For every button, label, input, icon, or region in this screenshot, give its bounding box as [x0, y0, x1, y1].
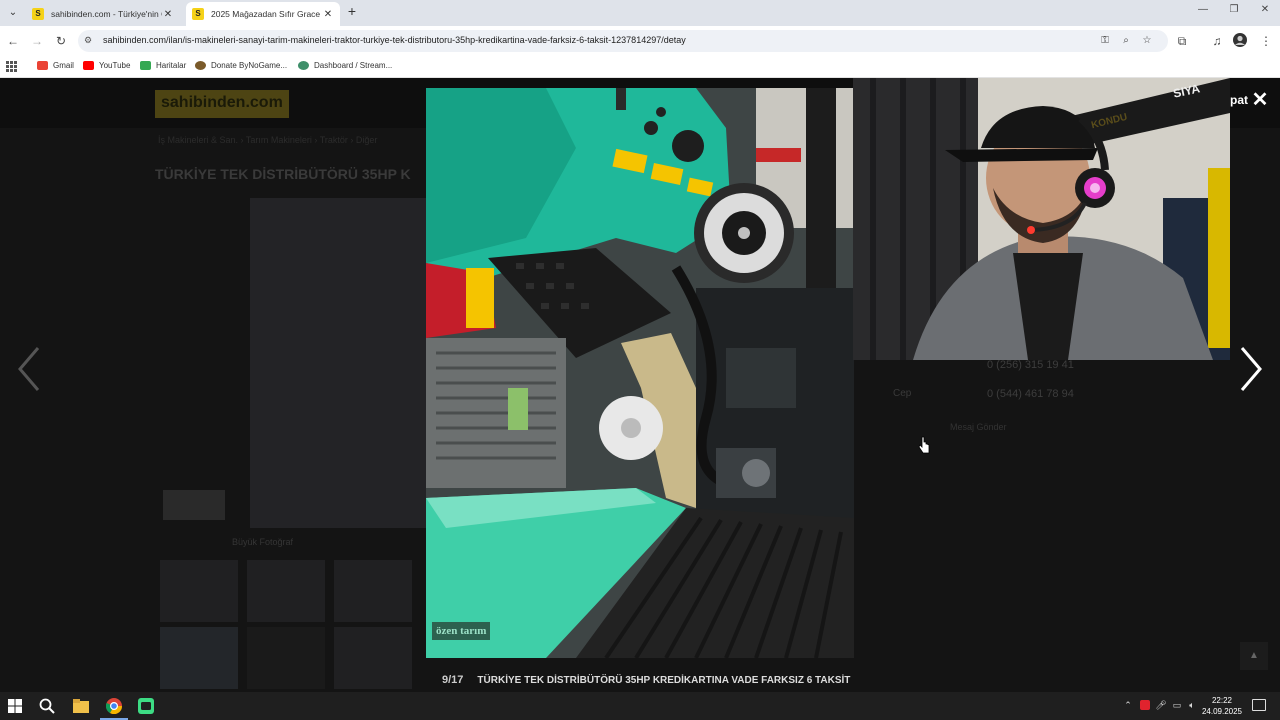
bookmark-maps[interactable]: Haritalar: [140, 61, 186, 70]
extensions-icon[interactable]: ⧉: [1174, 33, 1190, 49]
close-tab-icon[interactable]: ✕: [162, 9, 174, 20]
scroll-to-top-icon[interactable]: ▲: [1240, 642, 1268, 670]
bookmark-label: Haritalar: [156, 61, 187, 70]
reload-icon[interactable]: ↻: [53, 33, 69, 49]
big-photo-link[interactable]: Büyük Fotoğraf: [232, 537, 293, 547]
sahibinden-favicon-icon: S: [32, 8, 44, 20]
windows-start-icon[interactable]: [6, 697, 24, 715]
photo-watermark-logo: özen tarım: [432, 622, 491, 640]
password-key-icon[interactable]: ⚿: [1098, 35, 1112, 46]
thumbnail[interactable]: [247, 560, 325, 622]
file-explorer-icon[interactable]: [72, 697, 90, 715]
maps-icon: [140, 61, 151, 70]
notification-center-icon[interactable]: [1252, 699, 1266, 711]
send-message-link[interactable]: Mesaj Gönder: [950, 422, 1007, 432]
tab-sahibinden-home[interactable]: S sahibinden.com - Türkiye'nin O ✕: [26, 2, 180, 26]
mouse-pointer-icon: [918, 436, 930, 454]
microphone-icon[interactable]: 🎤︎: [1155, 700, 1167, 711]
bookmark-label: Donate ByNoGame...: [211, 61, 288, 70]
clock-time: 22:22: [1211, 696, 1233, 705]
photo-counter: 9/17: [442, 674, 464, 686]
chrome-icon[interactable]: [105, 697, 123, 715]
phone-work: 0 (256) 315 19 41: [987, 359, 1074, 371]
sahibinden-favicon-icon: S: [192, 8, 204, 20]
window-close-icon[interactable]: ✕: [1257, 4, 1273, 15]
gallery-caption: 9/17 TÜRKİYE TEK DİSTRİBÜTÖRÜ 35HP KREDİ…: [426, 669, 854, 691]
thumbnail[interactable]: [247, 627, 325, 689]
mobile-label: Cep: [893, 388, 912, 399]
thumbnail[interactable]: [334, 560, 412, 622]
bookmark-star-icon[interactable]: ☆: [1140, 35, 1154, 46]
zoom-icon[interactable]: ⌕: [1119, 35, 1133, 46]
bookmark-youtube[interactable]: YouTube: [83, 61, 130, 70]
tractor-engine-photo: [426, 88, 854, 658]
tab-title: 2025 Mağazadan Sıfır Grace Se: [211, 9, 322, 19]
taskbar: ⌃ 🎤︎ ▭ 🔈︎ 22:22 24.09.2025: [0, 692, 1280, 720]
search-icon[interactable]: [38, 697, 56, 715]
stream-app-icon[interactable]: [137, 697, 155, 715]
media-button[interactable]: [163, 490, 225, 520]
profile-avatar-icon[interactable]: [1232, 33, 1248, 49]
site-info-icon[interactable]: ⚙: [84, 35, 92, 46]
bookmark-label: YouTube: [99, 61, 131, 70]
phone-mobile: 0 (544) 461 78 94: [987, 388, 1074, 400]
restore-icon[interactable]: ❐: [1226, 4, 1242, 15]
thumbnail[interactable]: [160, 627, 238, 689]
address-bar[interactable]: ⚙ sahibinden.com/ilan/is-makineleri-sana…: [78, 30, 1168, 52]
network-icon[interactable]: ▭: [1171, 700, 1183, 711]
photo-caption-title: TÜRKİYE TEK DİSTRİBÜTÖRÜ 35HP KREDİKARTI…: [477, 674, 851, 686]
back-icon[interactable]: ←: [5, 33, 21, 49]
tab-title: sahibinden.com - Türkiye'nin O: [51, 9, 162, 19]
avatar: [1233, 33, 1247, 47]
thumbnail[interactable]: [160, 560, 238, 622]
bookmarks-bar: Gmail YouTube Haritalar Donate ByNoGame.…: [0, 56, 1280, 78]
donate-icon: [195, 61, 206, 70]
tab-strip: ⌄ S sahibinden.com - Türkiye'nin O ✕ S 2…: [0, 0, 1280, 26]
bookmark-donate[interactable]: Donate ByNoGame...: [195, 61, 287, 70]
close-label[interactable]: pat: [1230, 93, 1248, 107]
media-control-icon[interactable]: ♫: [1209, 33, 1225, 49]
new-tab-icon[interactable]: +: [344, 3, 360, 19]
main-listing-image[interactable]: [250, 198, 430, 528]
close-gallery-icon[interactable]: ✕: [1250, 90, 1270, 110]
tray-app-icon[interactable]: [1139, 700, 1151, 712]
bookmark-label: Gmail: [53, 61, 74, 70]
forward-icon[interactable]: →: [29, 33, 45, 49]
tab-listing[interactable]: S 2025 Mağazadan Sıfır Grace Se ✕: [186, 2, 340, 26]
page-title: TÜRKİYE TEK DİSTRİBÜTÖRÜ 35HP K: [155, 166, 411, 182]
gmail-icon: [37, 61, 48, 70]
thumbnail[interactable]: [334, 627, 412, 689]
system-clock[interactable]: 22:22 24.09.2025: [1196, 695, 1248, 717]
close-tab-icon[interactable]: ✕: [322, 9, 334, 20]
bookmark-gmail[interactable]: Gmail: [37, 61, 74, 70]
tray-overflow-icon[interactable]: ⌃: [1122, 700, 1134, 711]
streamer-webcam-feed: [853, 78, 1230, 360]
dashboard-icon: [298, 61, 309, 70]
navigation-bar: ← → ↻ ⚙ sahibinden.com/ilan/is-makineler…: [0, 26, 1280, 56]
gallery-photo: özen tarım: [426, 88, 854, 658]
clock-date: 24.09.2025: [1201, 707, 1243, 716]
bookmark-label: Dashboard / Stream...: [314, 61, 393, 70]
breadcrumb: İş Makineleri & San. › Tarım Makineleri …: [158, 135, 378, 145]
minimize-icon[interactable]: —: [1195, 4, 1211, 15]
tab-search-icon[interactable]: ⌄: [4, 4, 22, 22]
youtube-icon: [83, 61, 94, 70]
previous-photo-arrow-icon[interactable]: [14, 344, 44, 394]
menu-icon[interactable]: ⋮: [1258, 33, 1274, 49]
webcam-overlay: SIYA KONDU: [853, 78, 1230, 360]
apps-grid-icon[interactable]: [6, 61, 17, 72]
next-photo-arrow-icon[interactable]: [1236, 344, 1266, 394]
sahibinden-logo[interactable]: sahibinden.com: [155, 90, 289, 118]
url-text[interactable]: sahibinden.com/ilan/is-makineleri-sanayi…: [103, 35, 686, 45]
bookmark-dashboard[interactable]: Dashboard / Stream...: [298, 61, 392, 70]
